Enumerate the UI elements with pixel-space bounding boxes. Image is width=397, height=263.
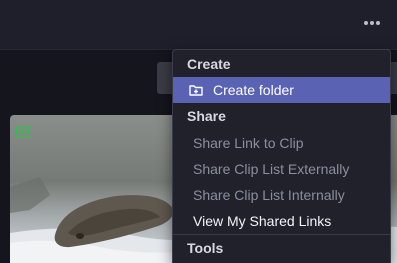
share-clip-list-externally-menu-item[interactable]: Share Clip List Externally bbox=[173, 156, 390, 182]
share-link-menu-item[interactable]: Share Link to Clip bbox=[173, 130, 390, 156]
more-dot bbox=[376, 21, 380, 25]
top-bar bbox=[0, 0, 397, 50]
more-horizontal-icon bbox=[364, 21, 368, 25]
section-header-share: Share bbox=[187, 108, 226, 124]
share-clip-list-internally-menu-item[interactable]: Share Clip List Internally bbox=[173, 182, 390, 208]
view-shared-links-menu-item[interactable]: View My Shared Links bbox=[173, 208, 390, 234]
menu-divider bbox=[173, 234, 390, 235]
section-header-create: Create bbox=[187, 56, 231, 72]
create-folder-menu-item[interactable]: Create folder bbox=[173, 77, 390, 103]
more-options-button[interactable] bbox=[358, 12, 386, 34]
context-menu: Create Create folder Share Share Link to… bbox=[172, 49, 391, 263]
create-folder-label: Create folder bbox=[213, 82, 294, 98]
folder-plus-icon bbox=[189, 84, 203, 96]
more-dot bbox=[370, 21, 374, 25]
section-header-tools: Tools bbox=[187, 240, 224, 256]
clip-format-icon bbox=[16, 126, 32, 138]
